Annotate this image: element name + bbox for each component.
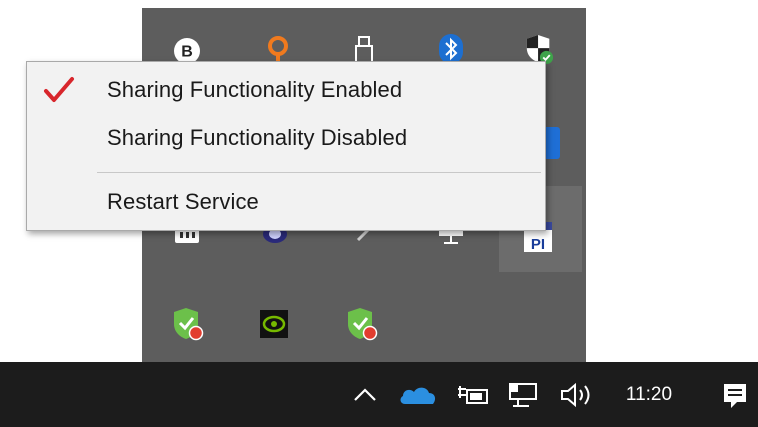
security-shield-icon[interactable] [524, 34, 554, 64]
menu-item-label: Restart Service [107, 189, 259, 214]
menu-item-label: Sharing Functionality Enabled [107, 77, 403, 102]
menu-item-restart-service[interactable]: Restart Service [27, 180, 545, 224]
notification-center-icon[interactable] [712, 362, 758, 427]
network-icon[interactable] [503, 362, 545, 427]
volume-speaker-icon[interactable] [555, 362, 599, 427]
onedrive-cloud-icon[interactable] [393, 362, 443, 427]
green-shield-error-icon-2[interactable] [344, 306, 380, 342]
nvidia-icon[interactable] [258, 308, 290, 340]
svg-text:B: B [181, 44, 193, 61]
show-hidden-icons-chevron-icon[interactable] [345, 362, 385, 427]
svg-text:PI: PI [531, 236, 545, 253]
taskbar-clock[interactable]: 11:20 [612, 362, 686, 427]
bluetooth-icon[interactable] [436, 34, 466, 64]
green-shield-error-icon[interactable] [170, 306, 206, 342]
context-menu: Sharing Functionality Enabled Sharing Fu… [26, 61, 546, 231]
menu-item-label: Sharing Functionality Disabled [107, 125, 408, 150]
menu-item-sharing-enabled[interactable]: Sharing Functionality Enabled [27, 68, 545, 112]
menu-separator [97, 172, 541, 173]
power-plug-icon[interactable] [452, 362, 494, 427]
checkmark-icon [43, 76, 75, 109]
menu-item-sharing-disabled[interactable]: Sharing Functionality Disabled [27, 116, 545, 160]
taskbar: 11:20 [0, 362, 758, 427]
